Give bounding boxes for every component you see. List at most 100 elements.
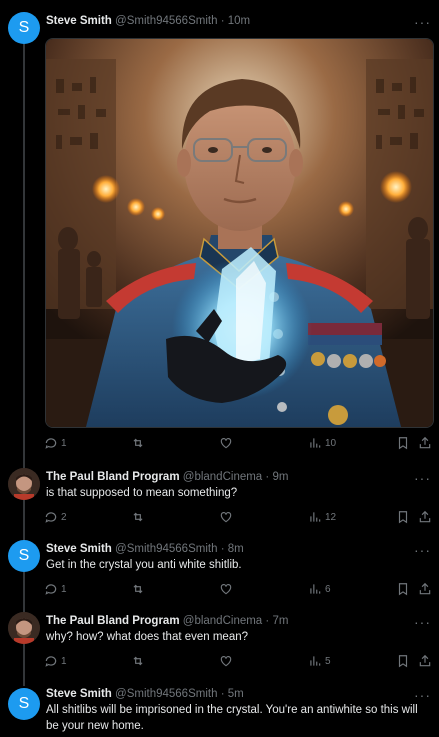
timestamp[interactable]: 10m xyxy=(228,15,250,27)
share-icon xyxy=(419,654,431,667)
avatar[interactable] xyxy=(8,468,40,500)
tweet[interactable]: S Steve Smith @Smith94566Smith · 10m ··· xyxy=(0,0,439,460)
view-count: 10 xyxy=(325,437,337,449)
tweet-actions: 1 10 xyxy=(44,436,432,452)
reply-count: 2 xyxy=(61,511,67,523)
tweet-header: Steve Smith @Smith94566Smith · 8m xyxy=(46,542,244,556)
reply-icon xyxy=(45,438,57,449)
share-icon xyxy=(419,582,431,595)
retweet-button[interactable] xyxy=(131,654,145,668)
retweet-button[interactable] xyxy=(131,436,148,450)
handle[interactable]: @Smith94566Smith xyxy=(115,15,217,27)
bookmark-icon xyxy=(398,583,408,596)
like-button[interactable] xyxy=(219,436,236,450)
handle[interactable]: @blandCinema xyxy=(183,615,262,627)
display-name[interactable]: Steve Smith xyxy=(46,15,112,27)
timestamp[interactable]: 7m xyxy=(272,615,288,627)
timestamp[interactable]: 5m xyxy=(228,688,244,700)
more-options-icon[interactable]: ··· xyxy=(414,471,431,485)
display-name[interactable]: Steve Smith xyxy=(46,688,112,700)
tweet-text: why? how? what does that even mean? xyxy=(46,631,249,643)
share-button[interactable] xyxy=(418,510,432,524)
views-button[interactable]: 10 xyxy=(308,436,336,450)
separator-dot: · xyxy=(220,15,225,27)
display-name[interactable]: The Paul Bland Program xyxy=(46,471,180,483)
share-icon xyxy=(419,510,431,523)
more-options-icon[interactable]: ··· xyxy=(414,615,431,629)
tweet-actions: 2 12 xyxy=(44,510,432,526)
tweet-actions: 1 6 xyxy=(44,582,432,598)
views-button[interactable]: 6 xyxy=(308,582,331,596)
bookmark-icon xyxy=(398,511,408,524)
tweet-actions: 1 5 xyxy=(44,654,432,670)
view-count: 5 xyxy=(325,655,331,667)
bookmark-icon xyxy=(398,437,408,450)
like-button[interactable] xyxy=(219,582,233,596)
reply-count: 1 xyxy=(61,655,67,667)
bookmark-button[interactable] xyxy=(396,582,410,596)
views-button[interactable]: 12 xyxy=(308,510,336,524)
share-button[interactable] xyxy=(418,582,432,596)
tweet-text: is that supposed to mean something? xyxy=(46,487,238,499)
avatar[interactable]: S xyxy=(8,12,40,44)
heart-icon xyxy=(220,584,232,595)
separator-dot: · xyxy=(265,615,270,627)
avatar[interactable]: S xyxy=(8,688,40,720)
reply-icon xyxy=(45,656,57,667)
more-options-icon[interactable]: ··· xyxy=(414,15,431,29)
like-button[interactable] xyxy=(219,510,233,524)
tweet-text: Get in the crystal you anti white shitli… xyxy=(46,559,242,571)
retweet-button[interactable] xyxy=(131,510,145,524)
separator-dot: · xyxy=(265,471,270,483)
avatar[interactable] xyxy=(8,612,40,644)
timestamp[interactable]: 9m xyxy=(272,471,288,483)
tweet[interactable]: S Steve Smith @Smith94566Smith · 8m ··· … xyxy=(0,532,439,604)
handle[interactable]: @Smith94566Smith xyxy=(115,543,217,555)
view-count: 12 xyxy=(325,511,337,523)
reply-count: 1 xyxy=(61,437,67,449)
tweet[interactable]: The Paul Bland Program @blandCinema · 7m… xyxy=(0,604,439,676)
tweet[interactable]: S Steve Smith @Smith94566Smith · 5m ··· … xyxy=(0,676,439,737)
reply-icon xyxy=(45,512,57,523)
reply-button[interactable]: 1 xyxy=(44,654,67,668)
views-icon xyxy=(310,512,321,522)
share-button[interactable] xyxy=(418,436,432,450)
tweet-image[interactable] xyxy=(45,38,434,428)
bookmark-button[interactable] xyxy=(396,654,410,668)
retweet-icon xyxy=(133,656,143,666)
more-options-icon[interactable]: ··· xyxy=(414,543,431,557)
tweet-header: Steve Smith @Smith94566Smith · 5m xyxy=(46,687,244,701)
retweet-icon xyxy=(133,584,143,594)
heart-icon xyxy=(220,512,232,523)
retweet-icon xyxy=(133,438,143,448)
like-button[interactable] xyxy=(219,654,233,668)
bookmark-button[interactable] xyxy=(396,436,410,450)
display-name[interactable]: Steve Smith xyxy=(46,543,112,555)
tweet-header: Steve Smith @Smith94566Smith · 10m xyxy=(46,14,250,28)
share-button[interactable] xyxy=(418,654,432,668)
reply-button[interactable]: 2 xyxy=(44,510,67,524)
bookmark-button[interactable] xyxy=(396,510,410,524)
handle[interactable]: @blandCinema xyxy=(183,471,262,483)
views-button[interactable]: 5 xyxy=(308,654,331,668)
reply-icon xyxy=(45,584,57,595)
display-name[interactable]: The Paul Bland Program xyxy=(46,615,180,627)
more-options-icon[interactable]: ··· xyxy=(414,688,431,702)
tweet-text: All shitlibs will be imprisoned in the c… xyxy=(46,704,418,732)
reply-button[interactable]: 1 xyxy=(44,436,67,450)
crystal-portrait-image xyxy=(46,39,433,427)
separator-dot: · xyxy=(220,688,225,700)
views-icon xyxy=(310,656,321,666)
avatar[interactable]: S xyxy=(8,540,40,572)
timestamp[interactable]: 8m xyxy=(228,543,244,555)
share-icon xyxy=(419,436,431,449)
views-icon xyxy=(310,438,321,448)
handle[interactable]: @Smith94566Smith xyxy=(115,688,217,700)
tweet[interactable]: The Paul Bland Program @blandCinema · 9m… xyxy=(0,460,439,532)
tweet-header: The Paul Bland Program @blandCinema · 7m xyxy=(46,614,288,628)
separator-dot: · xyxy=(220,543,225,555)
reply-button[interactable]: 1 xyxy=(44,582,67,596)
retweet-button[interactable] xyxy=(131,582,145,596)
view-count: 6 xyxy=(325,583,331,595)
views-icon xyxy=(310,584,321,594)
